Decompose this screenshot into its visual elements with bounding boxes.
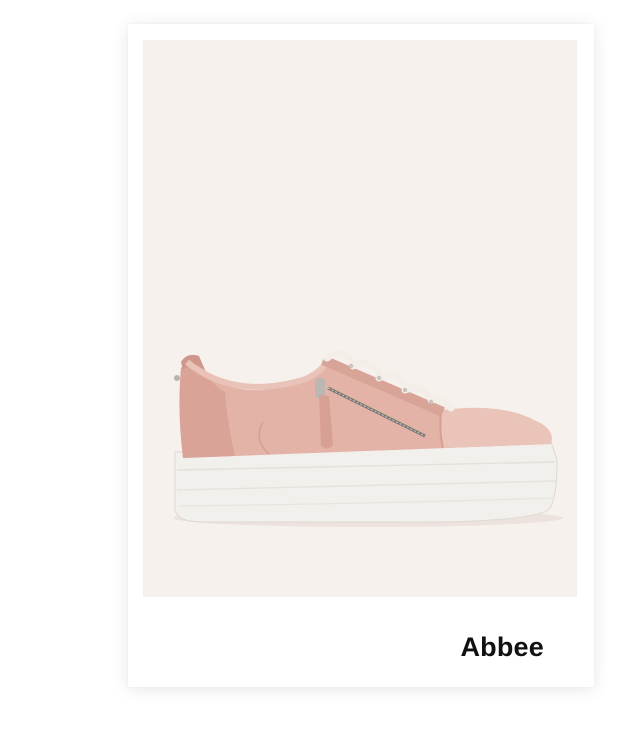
toe-cap	[441, 407, 552, 448]
zipper-pull	[315, 378, 325, 398]
product-name[interactable]: Abbee	[460, 632, 544, 663]
product-image[interactable]	[143, 40, 577, 597]
heel-stud	[174, 375, 180, 381]
sneaker-image	[173, 350, 563, 527]
product-card[interactable]: Abbee	[128, 24, 594, 687]
